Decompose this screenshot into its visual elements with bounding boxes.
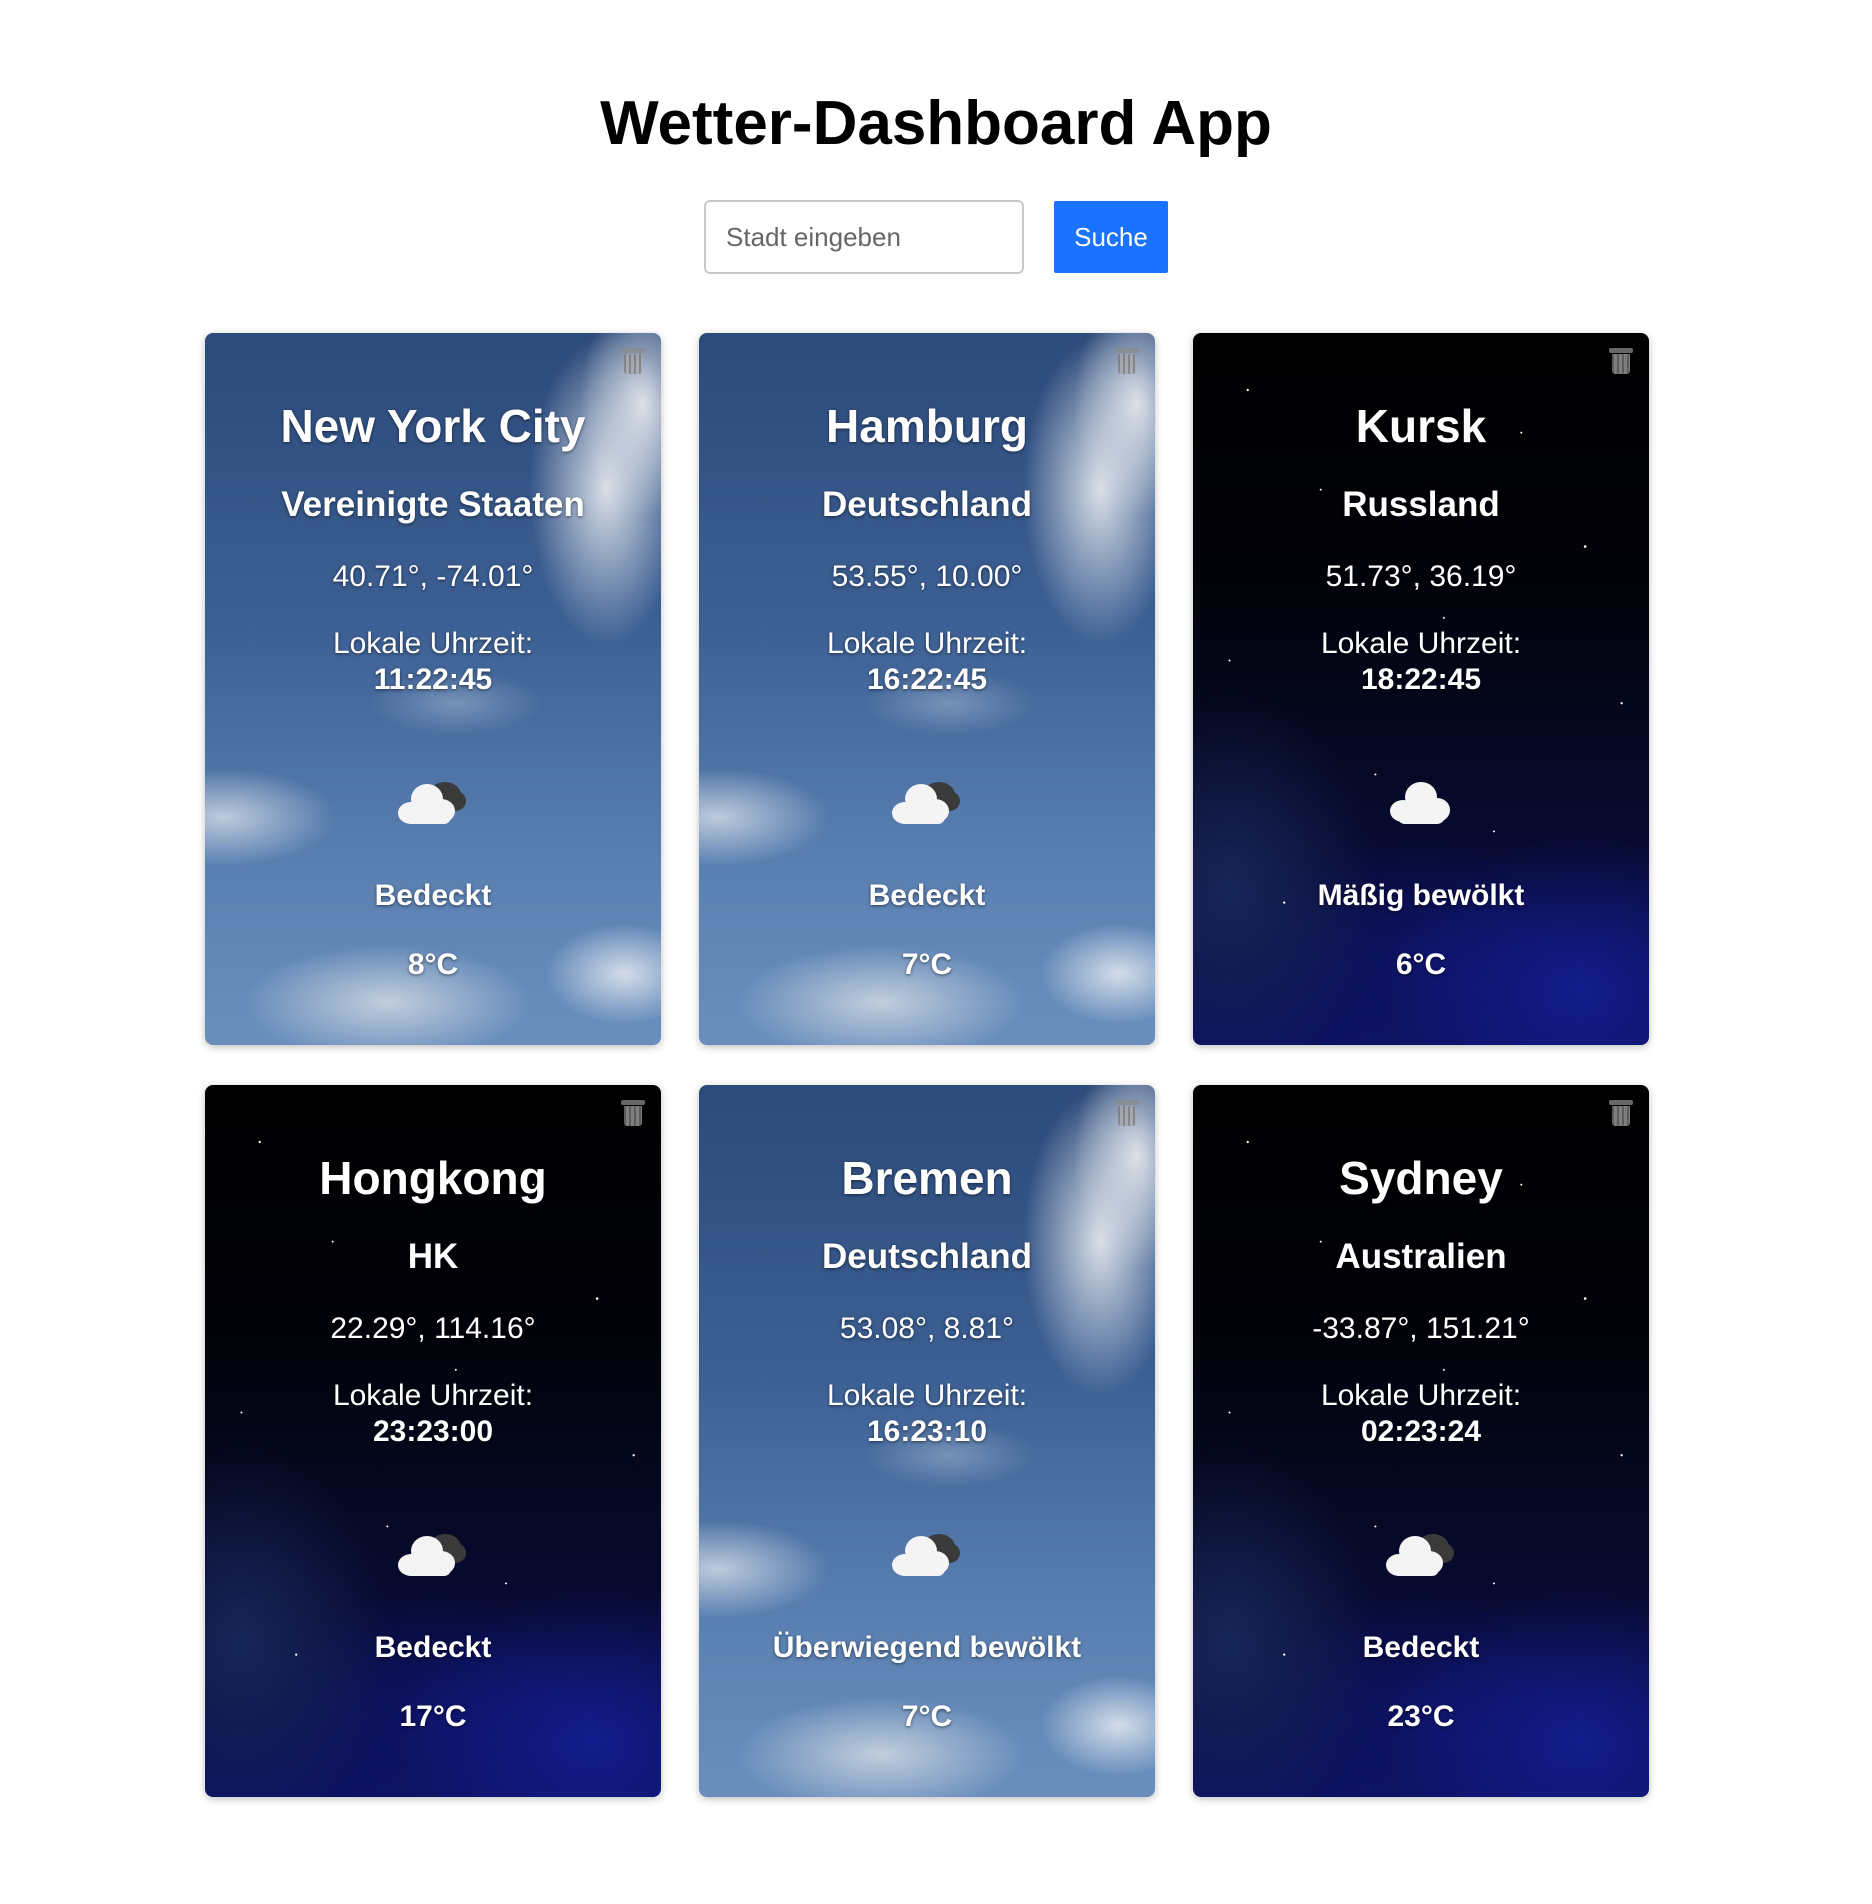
weather-condition: Bedeckt	[374, 879, 492, 912]
city-name: New York City	[280, 400, 586, 452]
weather-condition: Überwiegend bewölkt	[772, 1631, 1082, 1664]
city-name: Kursk	[1355, 400, 1487, 452]
city-name: Hamburg	[826, 400, 1028, 452]
coordinates: 22.29°, 114.16°	[330, 1312, 536, 1345]
search-bar: Suche	[0, 200, 1872, 274]
local-time-value: 16:22:45	[866, 663, 988, 696]
trash-icon[interactable]	[1115, 347, 1139, 375]
temperature: 17°C	[399, 1700, 467, 1733]
country-name: Russland	[1342, 485, 1500, 524]
temperature: 6°C	[1395, 948, 1447, 981]
weather-card: Hamburg Deutschland 53.55°, 10.00° Lokal…	[699, 333, 1155, 1045]
local-time-label: Lokale Uhrzeit:	[332, 1379, 534, 1412]
weather-card: Kursk Russland 51.73°, 36.19° Lokale Uhr…	[1193, 333, 1649, 1045]
country-name: Vereinigte Staaten	[281, 485, 585, 524]
trash-icon[interactable]	[1609, 347, 1633, 375]
weather-card: New York City Vereinigte Staaten 40.71°,…	[205, 333, 661, 1045]
coordinates: 51.73°, 36.19°	[1325, 560, 1517, 593]
coordinates: -33.87°, 151.21°	[1312, 1312, 1530, 1345]
local-time-label: Lokale Uhrzeit:	[332, 627, 534, 660]
temperature: 7°C	[901, 1700, 953, 1733]
cloud-icon	[1390, 782, 1450, 824]
trash-icon[interactable]	[1115, 1099, 1139, 1127]
city-name: Hongkong	[319, 1152, 547, 1204]
overcast-cloud-icon	[398, 1534, 466, 1576]
coordinates: 53.08°, 8.81°	[839, 1312, 1015, 1345]
city-search-input[interactable]	[704, 200, 1024, 274]
temperature: 7°C	[901, 948, 953, 981]
city-name: Sydney	[1339, 1152, 1503, 1204]
weather-condition: Bedeckt	[374, 1631, 492, 1664]
country-name: Australien	[1335, 1237, 1507, 1276]
local-time-value: 11:22:45	[373, 663, 493, 696]
weather-card: Sydney Australien -33.87°, 151.21° Lokal…	[1193, 1085, 1649, 1797]
weather-condition: Bedeckt	[1362, 1631, 1480, 1664]
local-time-value: 16:23:10	[866, 1415, 988, 1448]
local-time-value: 18:22:45	[1360, 663, 1482, 696]
trash-icon[interactable]	[1609, 1099, 1633, 1127]
coordinates: 40.71°, -74.01°	[332, 560, 534, 593]
trash-icon[interactable]	[621, 1099, 645, 1127]
trash-icon[interactable]	[621, 347, 645, 375]
weather-card: Hongkong HK 22.29°, 114.16° Lokale Uhrze…	[205, 1085, 661, 1797]
local-time-label: Lokale Uhrzeit:	[826, 627, 1028, 660]
temperature: 23°C	[1387, 1700, 1455, 1733]
city-name: Bremen	[841, 1152, 1013, 1204]
country-name: HK	[407, 1237, 459, 1276]
local-time-label: Lokale Uhrzeit:	[1320, 627, 1522, 660]
search-button[interactable]: Suche	[1054, 201, 1168, 273]
temperature: 8°C	[407, 948, 459, 981]
weather-card-grid: New York City Vereinigte Staaten 40.71°,…	[205, 333, 1649, 1797]
overcast-cloud-icon	[398, 782, 466, 824]
coordinates: 53.55°, 10.00°	[831, 560, 1023, 593]
weather-card: Bremen Deutschland 53.08°, 8.81° Lokale …	[699, 1085, 1155, 1797]
overcast-cloud-icon	[892, 782, 960, 824]
overcast-cloud-icon	[892, 1534, 960, 1576]
weather-condition: Mäßig bewölkt	[1317, 879, 1525, 912]
weather-condition: Bedeckt	[868, 879, 986, 912]
app-title: Wetter-Dashboard App	[600, 89, 1272, 158]
country-name: Deutschland	[821, 1237, 1033, 1276]
overcast-cloud-icon	[1386, 1534, 1454, 1576]
local-time-label: Lokale Uhrzeit:	[826, 1379, 1028, 1412]
local-time-value: 23:23:00	[372, 1415, 494, 1448]
local-time-value: 02:23:24	[1360, 1415, 1482, 1448]
local-time-label: Lokale Uhrzeit:	[1320, 1379, 1522, 1412]
country-name: Deutschland	[821, 485, 1033, 524]
